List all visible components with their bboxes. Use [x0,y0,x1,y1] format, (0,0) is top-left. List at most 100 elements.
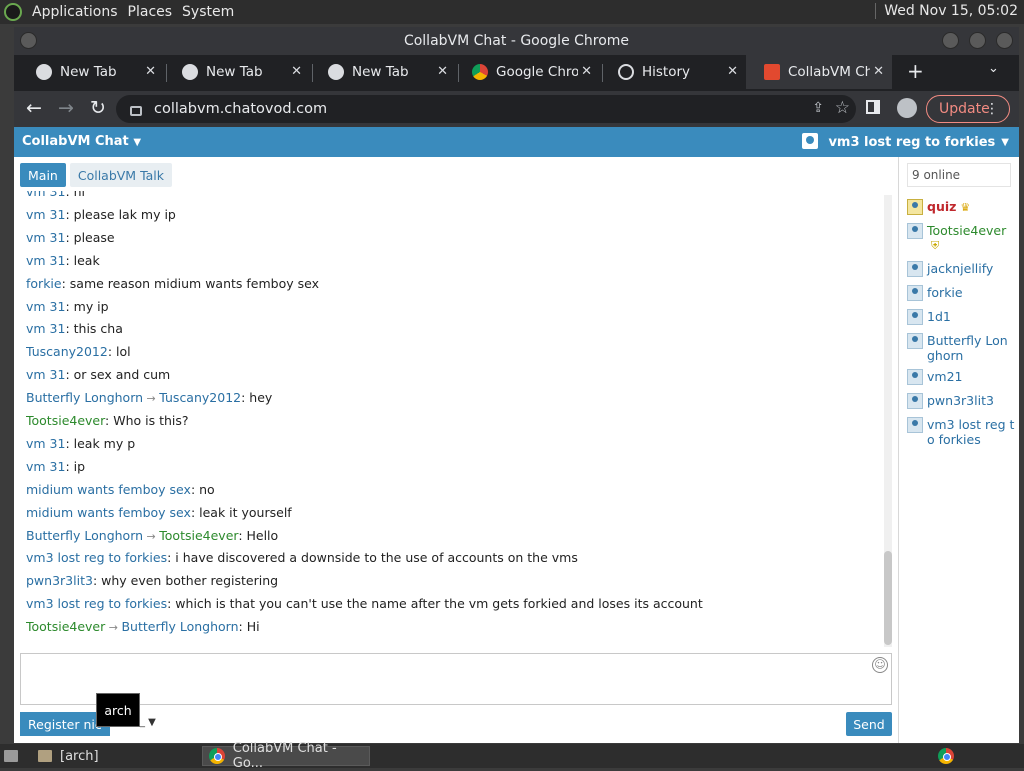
message-text: : lol [107,344,131,360]
chevron-down-icon[interactable]: _ ▼ [140,717,156,728]
message-author[interactable]: pwn3r3lit3 [26,573,93,588]
maximize-button[interactable] [969,32,986,49]
message-author[interactable]: vm 31 [26,230,65,245]
clock[interactable]: Wed Nov 15, 05:02 [875,3,1018,19]
menu-places[interactable]: Places [128,4,173,20]
current-user-menu[interactable]: vm3 lost reg to forkies ▼ [802,133,1009,150]
app-brand-menu[interactable]: CollabVM Chat ▼ [22,134,141,149]
window-title: CollabVM Chat - Google Chrome [403,33,630,49]
close-icon[interactable]: ✕ [437,64,448,79]
close-window-button[interactable] [996,32,1013,49]
message-author[interactable]: midium wants femboy sex [26,482,191,497]
reload-icon[interactable]: ↻ [90,97,106,119]
message-author[interactable]: vm3 lost reg to forkies [26,596,167,611]
message-recipient[interactable]: Butterfly Longhorn [121,619,238,634]
close-icon[interactable]: ✕ [581,64,592,79]
taskbar-item-arch[interactable]: [arch] [38,746,99,766]
smiley-icon[interactable]: ☺ [872,657,888,673]
browser-tab-1[interactable]: New Tab ✕ [18,55,164,89]
message-recipient[interactable]: Tootsie4ever [159,528,238,543]
user-name-text: Butterfly Longhorn [927,333,1008,363]
minimize-button[interactable] [942,32,959,49]
user-list-item[interactable]: pwn3r3lit3 [907,393,1015,409]
back-arrow-icon[interactable]: ← [26,97,42,119]
current-user-name: vm3 lost reg to forkies [828,134,996,150]
url-text[interactable]: collabvm.chatovod.com [154,101,327,117]
message-author[interactable]: vm 31 [26,367,65,382]
user-list-item[interactable]: 1d1 [907,309,1015,325]
user-list-item[interactable]: forkie [907,285,1015,301]
browser-tab-6-active[interactable]: CollabVM Cha ✕ [746,55,892,89]
message-author[interactable]: midium wants femboy sex [26,505,191,520]
window-titlebar[interactable]: CollabVM Chat - Google Chrome [14,27,1019,55]
user-list-item[interactable]: quiz ♛ [907,199,1015,215]
message-text: : please [65,229,115,245]
message-author[interactable]: Tootsie4ever [26,413,105,428]
user-list-item[interactable]: vm21 [907,369,1015,385]
more-vertical-icon[interactable]: ⋮ [985,101,999,117]
browser-tab-2[interactable]: New Tab ✕ [164,55,310,89]
browser-tab-3[interactable]: New Tab ✕ [310,55,456,89]
update-button[interactable]: Update ⋮ [926,95,1010,123]
message-author[interactable]: Tuscany2012 [26,344,108,359]
bookmark-star-icon[interactable]: ☆ [835,98,850,118]
message-scrollbar[interactable] [884,195,892,647]
chat-message: pwn3r3lit3: why even bother registering [26,573,278,588]
message-author[interactable]: forkie [26,276,62,291]
message-author[interactable]: vm 31 [26,191,65,199]
distro-logo-icon[interactable] [4,3,22,21]
menu-system[interactable]: System [182,4,234,20]
user-list-item[interactable]: Butterfly Longhorn [907,333,1015,363]
user-list-item[interactable]: Tootsie4ever ⛨ [907,223,1015,253]
forward-arrow-icon[interactable]: → [58,97,74,119]
message-author[interactable]: vm 31 [26,253,65,268]
message-author[interactable]: Butterfly Longhorn [26,390,143,405]
tab-main[interactable]: Main [20,163,66,187]
profile-avatar-icon[interactable] [897,98,917,118]
message-author[interactable]: vm 31 [26,436,65,451]
user-name: quiz ♛ [927,199,970,215]
message-text: : this cha [65,321,123,337]
user-icon [907,393,923,409]
close-icon[interactable]: ✕ [873,64,884,79]
show-desktop-button[interactable] [4,746,26,766]
message-author[interactable]: vm 31 [26,321,65,336]
scrollbar-thumb[interactable] [884,551,892,645]
message-text: : Hi [238,619,260,635]
share-icon[interactable]: ⇪ [812,100,824,116]
send-button[interactable]: Send [846,712,892,736]
tab-collabvm-talk[interactable]: CollabVM Talk [69,163,173,187]
side-panel-icon[interactable] [866,100,880,114]
message-text: : no [190,481,215,497]
message-text: : or sex and cum [65,367,171,383]
chrome-icon [36,64,52,80]
user-list-item[interactable]: jacknjellify [907,261,1015,277]
user-list-item[interactable]: vm3 lost reg to forkies [907,417,1015,447]
taskbar-item-chrome[interactable]: CollabVM Chat - Go... [202,741,370,771]
message-author[interactable]: Butterfly Longhorn [26,528,143,543]
message-author[interactable]: Tootsie4ever [26,619,105,634]
close-icon[interactable]: ✕ [145,64,156,79]
lock-icon[interactable] [130,106,142,116]
menu-applications[interactable]: Applications [32,4,118,20]
online-count: 9 online [907,163,1011,187]
window-menu-button[interactable] [20,32,37,49]
message-text: : leak my p [65,435,136,451]
address-bar[interactable]: collabvm.chatovod.com ⇪ ☆ [116,95,856,123]
browser-tab-5[interactable]: History ✕ [600,55,746,89]
message-input[interactable] [20,653,892,705]
message-author[interactable]: vm 31 [26,299,65,314]
tab-search-chevron-icon[interactable]: ⌄ [988,61,999,76]
close-icon[interactable]: ✕ [727,64,738,79]
chat-room-tabs: Main CollabVM Talk [20,163,176,187]
new-tab-plus-icon[interactable]: + [907,59,924,83]
tray-chrome-icon[interactable] [938,748,954,764]
message-author[interactable]: vm 31 [26,459,65,474]
user-name-text: vm3 lost reg to forkies [927,417,1015,447]
tab-title: Google Chrom [496,64,578,80]
close-icon[interactable]: ✕ [291,64,302,79]
message-author[interactable]: vm3 lost reg to forkies [26,550,167,565]
message-recipient[interactable]: Tuscany2012 [159,390,241,405]
message-author[interactable]: vm 31 [26,207,65,222]
browser-tab-4[interactable]: Google Chrom ✕ [454,55,600,89]
